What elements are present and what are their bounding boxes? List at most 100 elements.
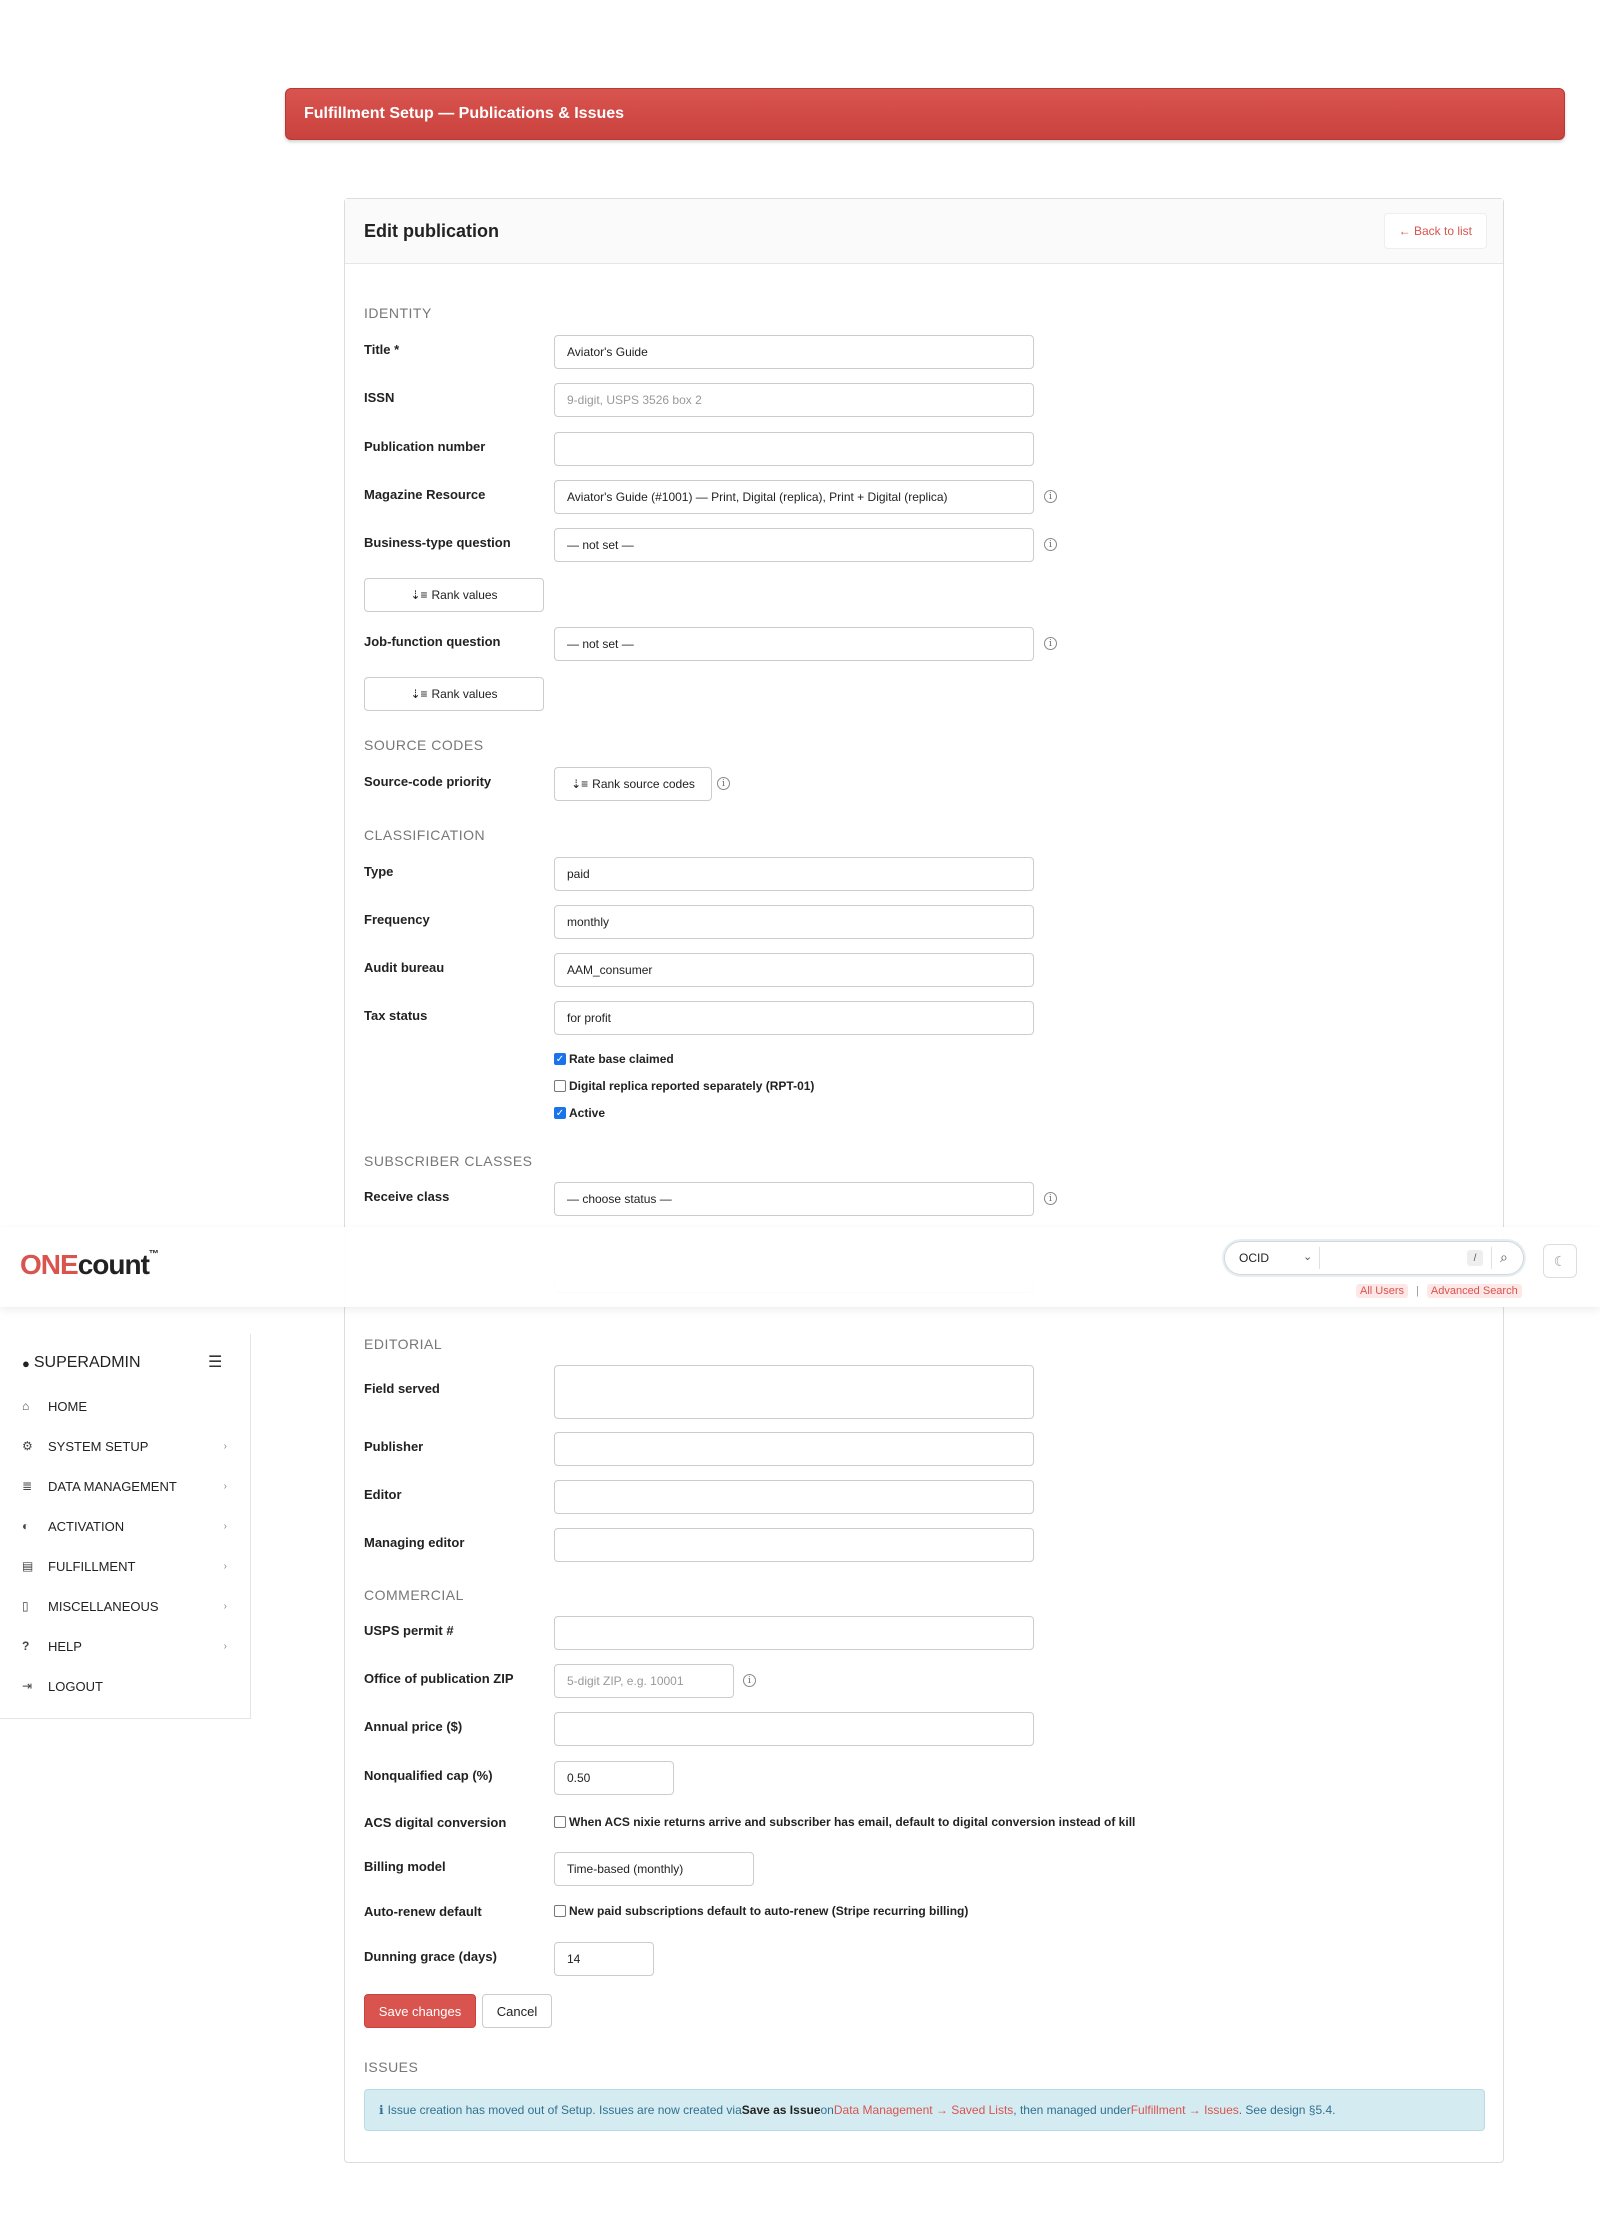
chevron-down-icon[interactable]: ⌄ [1303, 1250, 1312, 1263]
sidebar-item-fulfillment[interactable]: ▤ FULFILLMENT › [22, 1554, 227, 1578]
menu-icon[interactable]: ☰ [208, 1352, 222, 1372]
checkbox-unchecked-icon[interactable] [554, 1080, 566, 1092]
data-management-saved-lists-link[interactable]: Data Management → Saved Lists [834, 2103, 1013, 2117]
rate-base-claimed-checkbox[interactable]: ✓ Rate base claimed [554, 1052, 674, 1066]
usps-permit-input[interactable] [554, 1616, 1034, 1650]
checkbox-unchecked-icon[interactable] [554, 1905, 566, 1917]
nonqualified-cap-label: Nonqualified cap (%) [364, 1768, 493, 1783]
tax-status-select[interactable]: for profit [554, 1001, 1034, 1035]
chevron-right-icon: › [223, 1480, 227, 1492]
section-commercial: COMMERCIAL [364, 1587, 464, 1603]
receive-class-select[interactable]: — choose status — [554, 1182, 1034, 1216]
zip-input[interactable]: 5-digit ZIP, e.g. 10001 [554, 1664, 734, 1698]
home-icon: ⌂ [22, 1399, 30, 1413]
field-served-textarea[interactable] [554, 1365, 1034, 1419]
info-icon[interactable]: i [1044, 490, 1057, 503]
nonqualified-cap-input[interactable]: 0.50 [554, 1761, 674, 1795]
usps-permit-label: USPS permit # [364, 1623, 454, 1638]
issn-label: ISSN [364, 390, 395, 405]
audit-bureau-select[interactable]: AAM_consumer [554, 953, 1034, 987]
business-type-select[interactable]: — not set — [554, 528, 1034, 562]
global-search: OCID ⌄ / ⌕ [1224, 1241, 1524, 1275]
sidebar-item-system-setup[interactable]: ⚙ SYSTEM SETUP › [22, 1434, 227, 1458]
field-served-label: Field served [364, 1381, 440, 1396]
logout-icon: ⇥ [22, 1679, 33, 1693]
acs-label: ACS digital conversion [364, 1815, 507, 1830]
section-subscriber-classes: SUBSCRIBER CLASSES [364, 1153, 533, 1169]
rank-source-codes-button[interactable]: ⇣≡ Rank source codes [554, 767, 712, 801]
magazine-resource-select[interactable]: Aviator's Guide (#1001) — Print, Digital… [554, 480, 1034, 514]
issues-info-alert: ℹ Issue creation has moved out of Setup.… [364, 2089, 1485, 2131]
chevron-right-icon: › [223, 1600, 227, 1612]
annual-price-label: Annual price ($) [364, 1719, 463, 1734]
publication-number-input[interactable] [554, 432, 1034, 466]
receive-class-label: Receive class [364, 1189, 450, 1204]
checkbox-unchecked-icon[interactable] [554, 1816, 566, 1828]
type-label: Type [364, 864, 394, 879]
publication-number-label: Publication number [364, 439, 486, 454]
onecount-logo[interactable]: ONEcount™ [20, 1249, 159, 1281]
type-select[interactable]: paid [554, 857, 1034, 891]
search-icon[interactable]: ⌕ [1500, 1249, 1508, 1266]
sidebar: ● SUPERADMIN ☰ ⌂ HOME ⚙ SYSTEM SETUP › ≣ DAT… [0, 1334, 251, 1719]
title-input[interactable]: Aviator's Guide [554, 335, 1034, 369]
acs-checkbox[interactable]: When ACS nixie returns arrive and subscr… [554, 1815, 1135, 1829]
banner-title: Fulfillment Setup — Publications & Issue… [304, 105, 625, 122]
info-icon[interactable]: i [1044, 538, 1057, 551]
chevron-right-icon: › [223, 1440, 227, 1452]
dunning-grace-input[interactable]: 14 [554, 1942, 654, 1976]
dunning-grace-label: Dunning grace (days) [364, 1949, 497, 1964]
auto-renew-label: Auto-renew default [364, 1904, 482, 1919]
save-changes-button[interactable]: Save changes [364, 1994, 476, 2028]
publisher-input[interactable] [554, 1432, 1034, 1466]
info-circle-icon: ℹ [379, 2103, 384, 2117]
all-users-link[interactable]: All Users [1356, 1284, 1409, 1298]
sidebar-item-home[interactable]: ⌂ HOME [22, 1394, 227, 1418]
billing-model-select[interactable]: Time-based (monthly) [554, 1852, 754, 1886]
section-issues: ISSUES [364, 2059, 419, 2075]
fulfillment-issues-link[interactable]: Fulfillment → Issues [1131, 2103, 1239, 2117]
sidebar-item-data-management[interactable]: ≣ DATA MANAGEMENT › [22, 1474, 227, 1498]
page-banner: Fulfillment Setup — Publications & Issue… [285, 88, 1565, 140]
frequency-label: Frequency [364, 912, 430, 927]
sidebar-item-help[interactable]: ? HELP › [22, 1634, 227, 1658]
search-links: All Users | Advanced Search [1356, 1284, 1522, 1298]
rank-values-button-2[interactable]: ⇣≡ Rank values [364, 677, 544, 711]
sort-icon: ⇣≡ [410, 588, 428, 602]
sidebar-item-logout[interactable]: ⇥ LOGOUT [22, 1674, 227, 1698]
managing-editor-input[interactable] [554, 1528, 1034, 1562]
billing-model-label: Billing model [364, 1859, 446, 1874]
annual-price-input[interactable] [554, 1712, 1034, 1746]
sidebar-item-miscellaneous[interactable]: ▯ MISCELLANEOUS › [22, 1594, 227, 1618]
editor-label: Editor [364, 1487, 402, 1502]
chevron-right-icon: › [223, 1520, 227, 1532]
frequency-select[interactable]: monthly [554, 905, 1034, 939]
digital-replica-checkbox[interactable]: Digital replica reported separately (RPT… [554, 1079, 814, 1093]
back-to-list-link[interactable]: ← Back to list [1383, 213, 1487, 249]
sidebar-item-activation[interactable]: ◐ ACTIVATION › [22, 1514, 227, 1538]
section-source-codes: SOURCE CODES [364, 737, 484, 753]
file-icon: ▯ [22, 1599, 29, 1613]
info-icon[interactable]: i [717, 777, 730, 790]
audit-bureau-label: Audit bureau [364, 960, 445, 975]
job-function-select[interactable]: — not set — [554, 627, 1034, 661]
active-checkbox[interactable]: ✓ Active [554, 1106, 605, 1120]
editor-input[interactable] [554, 1480, 1034, 1514]
rank-values-button[interactable]: ⇣≡ Rank values [364, 578, 544, 612]
toggle-icon: ◐ [22, 1519, 30, 1533]
auto-renew-checkbox[interactable]: New paid subscriptions default to auto-r… [554, 1904, 968, 1918]
top-navbar: ONEcount™ OCID ⌄ / ⌕ All Users | Advanced … [0, 1227, 1600, 1307]
sort-icon: ⇣≡ [410, 687, 428, 701]
advanced-search-link[interactable]: Advanced Search [1426, 1284, 1522, 1298]
checkbox-checked-icon[interactable]: ✓ [554, 1053, 566, 1065]
checkbox-checked-icon[interactable]: ✓ [554, 1107, 566, 1119]
search-type-select[interactable]: OCID [1239, 1251, 1269, 1265]
cancel-button[interactable]: Cancel [482, 1994, 552, 2028]
issn-input[interactable]: 9-digit, USPS 3526 box 2 [554, 383, 1034, 417]
moon-icon[interactable]: ☾ [1543, 1244, 1577, 1278]
user-icon: ● [22, 1355, 30, 1371]
job-function-label: Job-function question [364, 634, 501, 649]
info-icon[interactable]: i [1044, 637, 1057, 650]
info-icon[interactable]: i [1044, 1192, 1057, 1205]
info-icon[interactable]: i [743, 1674, 756, 1687]
